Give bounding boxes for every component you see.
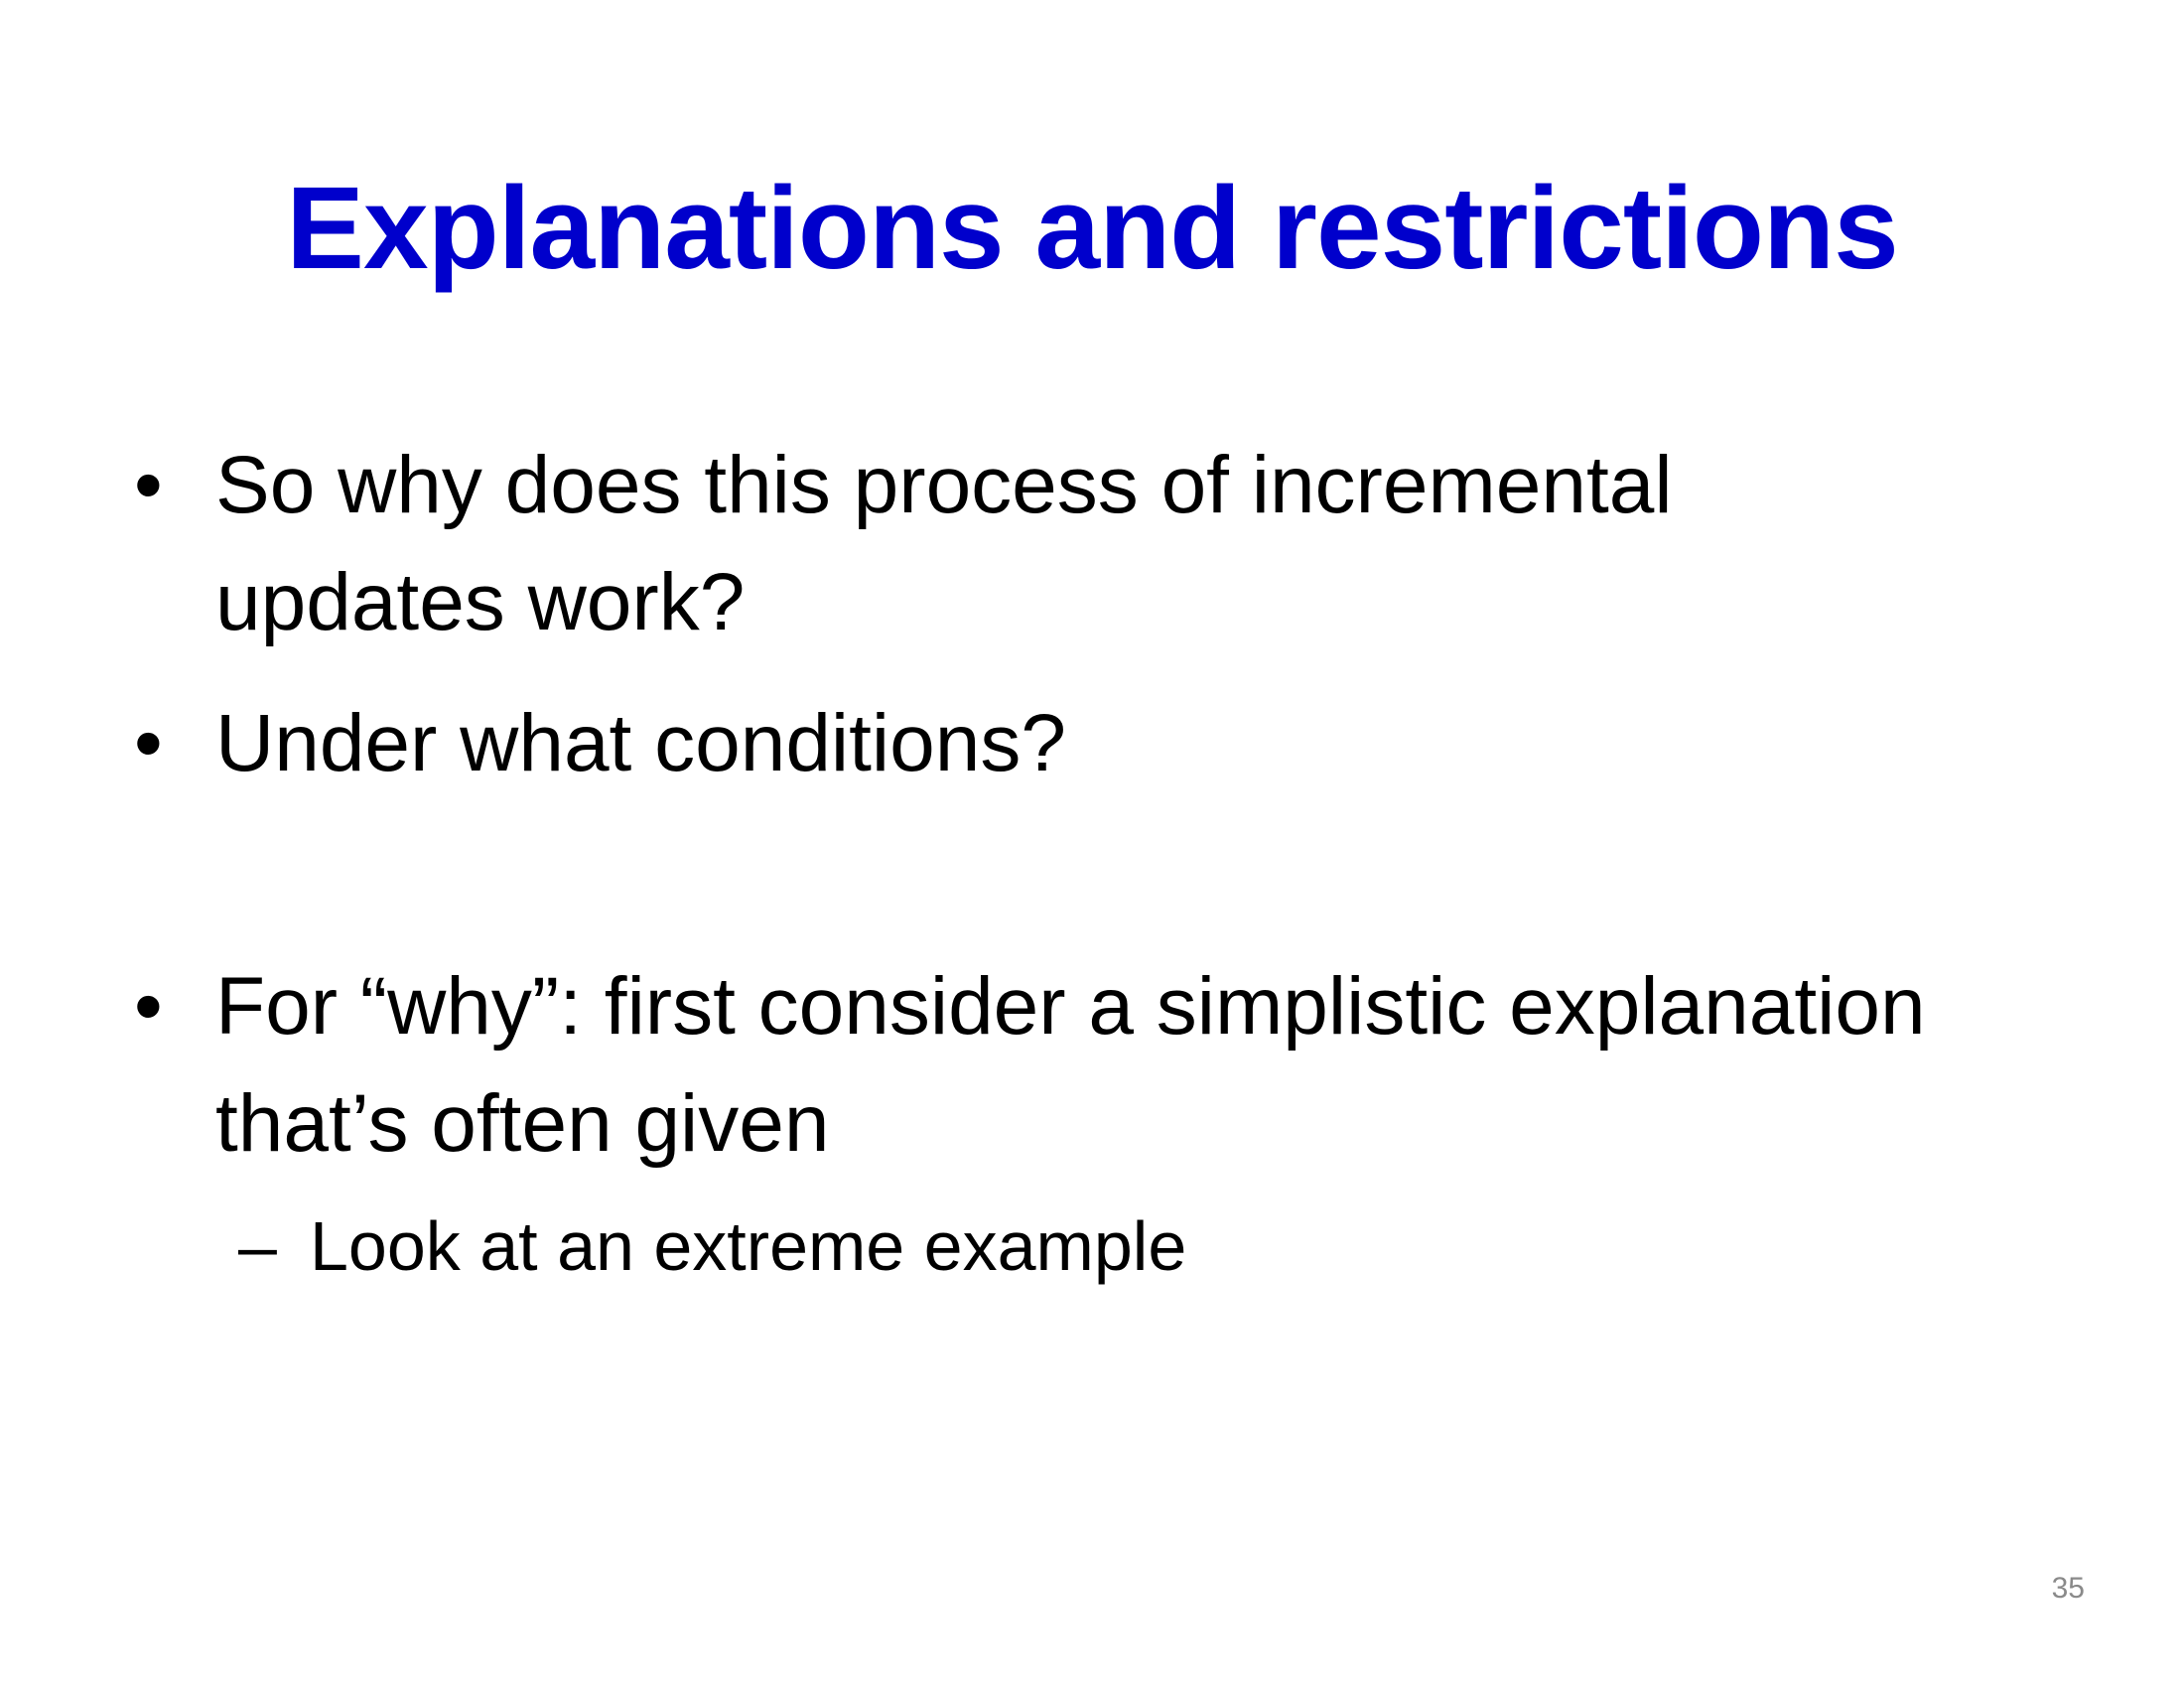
bullet-dot: • — [134, 961, 163, 1052]
bullet-text: So why does this process of incremental … — [215, 440, 1673, 647]
slide-title: Explanations and restrictions — [286, 163, 1898, 294]
bullet-text: For “why”: first consider a simplistic e… — [215, 961, 1926, 1169]
sub-bullet-text: Look at an extreme example — [310, 1207, 1187, 1285]
page-number: 35 — [2051, 1572, 2085, 1605]
bullet-dot: • — [134, 440, 163, 530]
sub-bullet-dash: – — [238, 1207, 277, 1285]
bullet-item: • Under what conditions? — [134, 685, 2020, 804]
bullet-dot: • — [134, 698, 163, 788]
bullet-item: • For “why”: first consider a simplistic… — [134, 948, 2020, 1187]
slide: Explanations and restrictions • So why d… — [0, 0, 2184, 1688]
bullet-text: Under what conditions? — [215, 698, 1066, 788]
bullet-item: • So why does this process of incrementa… — [134, 427, 2020, 665]
